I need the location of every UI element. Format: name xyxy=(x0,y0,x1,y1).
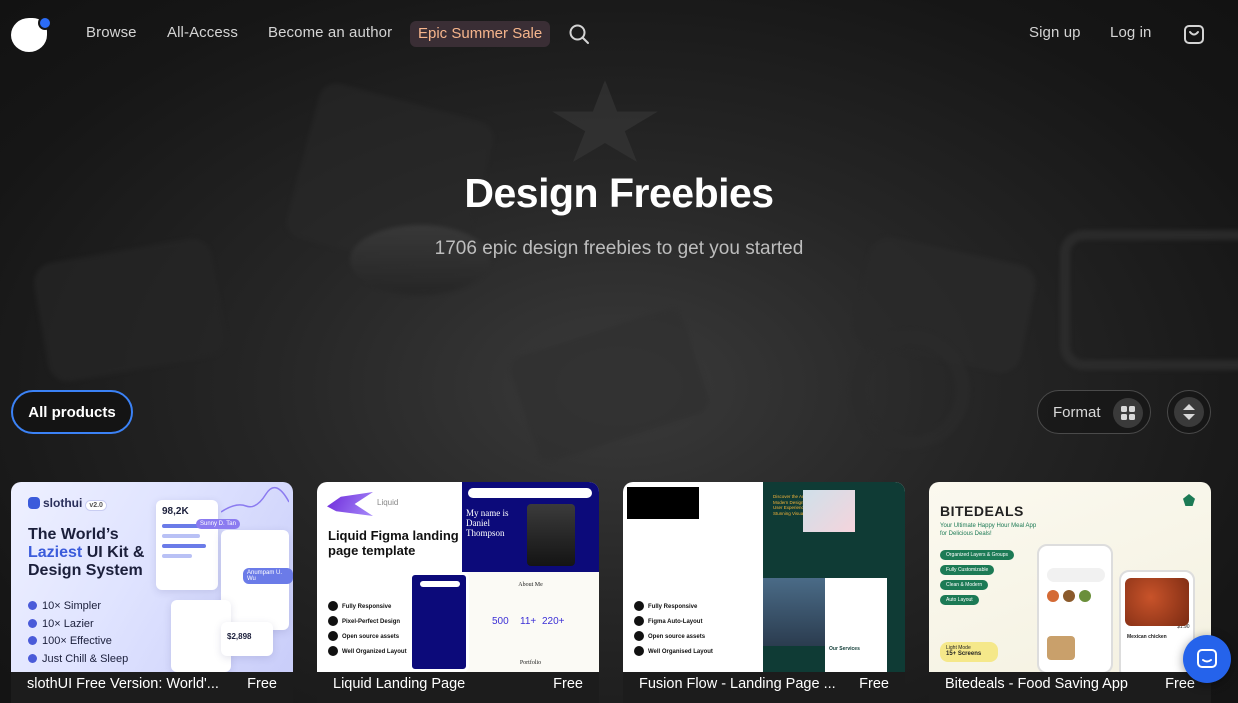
thumb-pill: Organized Layers & Groups xyxy=(940,550,1014,560)
leaf-icon xyxy=(1183,494,1195,506)
product-thumbnail[interactable]: BITEDEALS Your Ultimate Happy Hour Meal … xyxy=(929,482,1211,672)
product-card[interactable]: slothui v2.0 The World’s Laziest UI Kit &… xyxy=(11,482,293,703)
product-thumbnail[interactable]: slothui v2.0 The World’s Laziest UI Kit &… xyxy=(11,482,293,672)
thumb-title: BITEDEALS xyxy=(940,503,1024,519)
product-name[interactable]: Bitedeals - Food Saving App xyxy=(945,676,1145,692)
thumb-panel: 98,2K xyxy=(156,500,218,590)
thumb-pill: Fully Customizable xyxy=(940,565,995,575)
product-price: Free xyxy=(859,676,889,692)
sort-icon xyxy=(1174,397,1204,427)
product-thumbnail[interactable]: Fully Responsive Figma Auto-Layout Open … xyxy=(623,482,905,672)
thumb-tag: Anumpam U. Wu xyxy=(243,568,293,584)
background-shape xyxy=(350,225,490,295)
liquid-logo-icon xyxy=(327,492,373,516)
product-thumbnail[interactable]: Liquid Liquid Figma landing page templat… xyxy=(317,482,599,672)
thumb-brand: slothui v2.0 xyxy=(28,496,107,511)
thumb-tag: Sunny D. Tan xyxy=(196,519,240,529)
thumb-food-image xyxy=(1125,578,1189,626)
summer-sale-link[interactable]: Epic Summer Sale xyxy=(410,21,551,47)
product-name[interactable]: slothUI Free Version: World'... xyxy=(27,676,227,692)
thumb-title: Liquid Figma landing page template xyxy=(328,528,459,558)
page: Browse All-Access Become an author Epic … xyxy=(0,0,1238,703)
product-card[interactable]: Fully Responsive Figma Auto-Layout Open … xyxy=(623,482,905,703)
format-filter-button[interactable]: Format xyxy=(1037,390,1151,434)
cart-icon[interactable] xyxy=(1183,23,1205,45)
top-navbar: Browse All-Access Become an author Epic … xyxy=(0,0,1238,68)
thumb-portrait xyxy=(763,578,825,646)
thumb-pill: Clean & Modern xyxy=(940,580,989,590)
thumb-mobile-preview xyxy=(409,572,469,672)
thumb-features: Fully Responsive Figma Auto-Layout Open … xyxy=(634,600,713,660)
product-caption: Fusion Flow - Landing Page ... Free xyxy=(623,672,905,703)
chat-icon[interactable] xyxy=(1183,635,1231,683)
page-title: Design Freebies xyxy=(464,170,774,216)
thumb-badge: Light Mode 15+ Screens xyxy=(940,642,998,662)
nav-browse-link[interactable]: Browse xyxy=(86,24,137,41)
nav-all-access-link[interactable]: All-Access xyxy=(167,24,238,41)
product-card[interactable]: BITEDEALS Your Ultimate Happy Hour Meal … xyxy=(929,482,1211,703)
product-caption: Liquid Landing Page Free xyxy=(317,672,599,703)
thumb-about-panel: About Me 500 11+ 220+ Portfolio xyxy=(462,572,599,672)
product-price: Free xyxy=(1165,676,1195,692)
thumb-features: Fully Responsive Pixel-Perfect Design Op… xyxy=(328,600,407,660)
page-subtitle: 1706 epic design freebies to get you sta… xyxy=(434,238,804,259)
thumb-stat-panel: $2,898 xyxy=(221,622,273,656)
nav-become-author-link[interactable]: Become an author xyxy=(268,24,392,41)
background-shape xyxy=(507,304,713,466)
thumb-subtitle: Your Ultimate Happy Hour Meal App for De… xyxy=(940,523,1037,537)
thumb-phone-mockup xyxy=(1037,544,1113,672)
background-star-shape xyxy=(552,80,658,162)
sort-button[interactable] xyxy=(1167,390,1211,434)
thumb-bullets: 10× Simpler 10× Lazier 100× Effective Ju… xyxy=(28,598,128,668)
background-ring-shape xyxy=(850,330,970,450)
thumb-image xyxy=(803,490,855,532)
logo-icon[interactable] xyxy=(11,16,52,54)
format-label: Format xyxy=(1053,403,1101,421)
all-products-filter[interactable]: All products xyxy=(11,390,133,434)
product-caption: Bitedeals - Food Saving App Free xyxy=(929,672,1211,703)
product-caption: slothUI Free Version: World'... Free xyxy=(11,672,293,703)
search-icon[interactable] xyxy=(568,23,590,45)
thumb-headline: The World’s Laziest UI Kit & Design Syst… xyxy=(28,526,145,579)
product-name[interactable]: Liquid Landing Page xyxy=(333,676,533,692)
product-name[interactable]: Fusion Flow - Landing Page ... xyxy=(639,676,839,692)
thumb-pill: Auto Layout xyxy=(940,595,979,605)
product-price: Free xyxy=(247,676,277,692)
log-in-link[interactable]: Log in xyxy=(1110,24,1151,41)
thumb-services-panel: Our Services xyxy=(825,578,887,672)
grid-icon xyxy=(1113,398,1143,428)
thumb-portrait xyxy=(527,504,575,566)
product-card[interactable]: Liquid Liquid Figma landing page templat… xyxy=(317,482,599,703)
sign-up-link[interactable]: Sign up xyxy=(1029,24,1081,41)
thumb-logo-block xyxy=(627,487,699,519)
product-price: Free xyxy=(553,676,583,692)
